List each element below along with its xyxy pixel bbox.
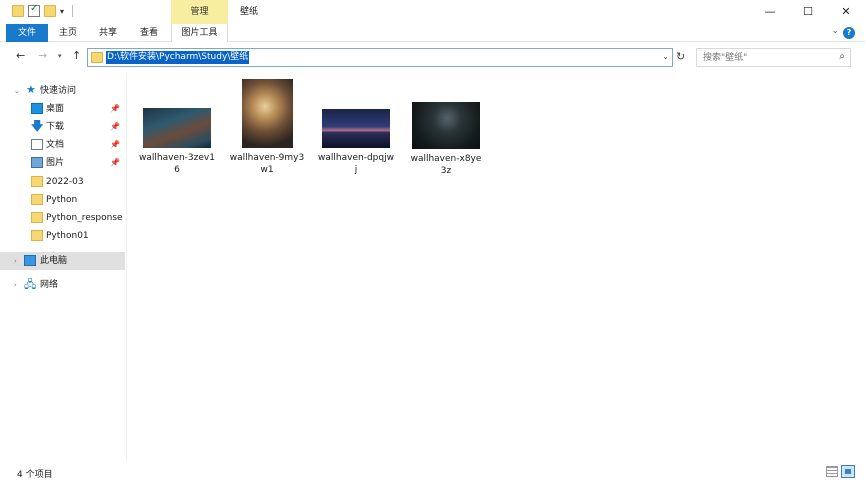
address-path[interactable]: D:\软件安装\Pycharm\Study\壁纸	[106, 51, 250, 64]
up-arrow-icon[interactable]: ↑	[72, 49, 81, 62]
image-thumbnail[interactable]	[412, 102, 480, 149]
desktop-icon	[31, 103, 43, 114]
ribbon-tabs: 文件 主页 共享 查看 图片工具 ⌄ ?	[0, 24, 865, 42]
nav-item-label: Python_response	[46, 213, 123, 223]
address-bar[interactable]: D:\软件安装\Pycharm\Study\壁纸 ⌄	[87, 48, 673, 67]
search-input[interactable]	[703, 51, 823, 64]
nav-item-label: Python01	[46, 231, 89, 241]
download-icon: 🡇	[31, 119, 44, 133]
nav-item-label: 此电脑	[40, 256, 68, 266]
nav-item-this-pc[interactable]: › 此电脑	[0, 252, 125, 270]
folder-icon	[91, 52, 103, 63]
folder-icon[interactable]	[12, 5, 24, 17]
file-list: wallhaven-3zev16 wallhaven-9my3w1 wallha…	[128, 72, 865, 460]
file-item[interactable]: wallhaven-3zev16	[139, 75, 215, 176]
forward-arrow-icon[interactable]: →	[38, 49, 47, 62]
folder-icon	[31, 230, 43, 241]
chevron-right-icon[interactable]: ›	[14, 276, 17, 294]
nav-item-downloads[interactable]: 🡇 下载 📌	[0, 118, 125, 136]
nav-item-network[interactable]: › 🖧 网络	[0, 276, 125, 294]
pictures-icon	[31, 157, 43, 168]
star-icon: ★	[26, 83, 36, 96]
window-title: 壁纸	[240, 7, 259, 17]
refresh-icon[interactable]: ↻	[676, 50, 685, 63]
manage-context-tab[interactable]: 管理	[171, 0, 228, 24]
address-dropdown-icon[interactable]: ⌄	[662, 52, 669, 61]
pin-icon[interactable]: 📌	[110, 118, 120, 136]
properties-icon[interactable]	[28, 3, 40, 17]
new-folder-icon[interactable]	[44, 5, 56, 17]
toolbar-divider	[72, 5, 74, 17]
chevron-down-icon[interactable]: ⌄	[14, 82, 20, 100]
tab-file[interactable]: 文件	[6, 24, 48, 42]
nav-item-folder[interactable]: Python	[0, 191, 125, 209]
tab-home[interactable]: 主页	[50, 24, 86, 42]
network-icon: 🖧	[24, 278, 37, 291]
documents-icon	[31, 139, 43, 150]
file-item[interactable]: wallhaven-x8ye3z	[408, 75, 484, 177]
nav-item-label: 桌面	[46, 104, 65, 114]
nav-item-label: 文档	[46, 140, 65, 150]
folder-icon	[31, 212, 43, 223]
minimize-button[interactable]: —	[751, 0, 789, 24]
image-thumbnail[interactable]	[322, 109, 390, 148]
computer-icon	[24, 255, 36, 266]
address-row: ← → ▾ ↑ D:\软件安装\Pycharm\Study\壁纸 ⌄ ↻ ⌕	[0, 44, 865, 70]
file-name: wallhaven-dpqjwj	[318, 153, 394, 175]
file-name: wallhaven-9my3w1	[229, 153, 305, 175]
help-icon[interactable]: ?	[843, 27, 855, 39]
chevron-right-icon[interactable]: ›	[14, 252, 17, 270]
image-thumbnail[interactable]	[241, 79, 293, 148]
title-bar: ▾ 管理 壁纸 — ☐ ✕	[0, 0, 865, 24]
customize-toolbar-icon[interactable]: ▾	[60, 7, 64, 16]
image-thumbnail[interactable]	[143, 108, 211, 148]
item-count: 4 个项目	[17, 470, 53, 480]
file-item[interactable]: wallhaven-9my3w1	[229, 75, 305, 176]
search-icon[interactable]: ⌕	[839, 51, 845, 62]
nav-item-folder[interactable]: Python01	[0, 227, 125, 245]
folder-icon	[31, 194, 43, 205]
tab-share[interactable]: 共享	[90, 24, 126, 42]
nav-item-desktop[interactable]: 桌面 📌	[0, 100, 125, 118]
nav-item-folder[interactable]: 2022-03	[0, 173, 125, 191]
pin-icon[interactable]: 📌	[110, 154, 120, 172]
nav-item-label: 2022-03	[46, 177, 84, 187]
expand-ribbon-icon[interactable]: ⌄	[831, 26, 839, 36]
window-controls: — ☐ ✕	[751, 0, 865, 24]
file-name: wallhaven-3zev16	[139, 153, 215, 175]
close-button[interactable]: ✕	[827, 0, 865, 24]
navigation-pane: ⌄ ★ 快速访问 桌面 📌 🡇 下载 📌 文档 📌 图片 📌 2022-03 P…	[0, 72, 127, 460]
nav-item-label: 图片	[46, 158, 65, 168]
file-item[interactable]: wallhaven-dpqjwj	[318, 75, 394, 176]
quick-access-toolbar: ▾	[12, 3, 74, 17]
nav-item-label: Python	[46, 195, 78, 205]
back-arrow-icon[interactable]: ←	[16, 49, 25, 62]
large-icons-view-icon[interactable]	[841, 465, 855, 478]
status-bar: 4 个项目	[0, 460, 865, 487]
nav-item-quick-access[interactable]: ⌄ ★ 快速访问	[0, 82, 125, 100]
nav-item-label: 下载	[46, 122, 65, 132]
nav-item-folder[interactable]: Python_response	[0, 209, 125, 227]
file-name: wallhaven-x8ye3z	[410, 154, 482, 176]
nav-item-label: 网络	[40, 280, 59, 290]
tab-picture-tools[interactable]: 图片工具	[171, 24, 228, 42]
nav-item-pictures[interactable]: 图片 📌	[0, 154, 125, 172]
search-box[interactable]: ⌕	[696, 48, 851, 67]
tab-view[interactable]: 查看	[131, 24, 167, 42]
details-view-icon[interactable]	[826, 466, 838, 477]
pin-icon[interactable]: 📌	[110, 136, 120, 154]
recent-locations-icon[interactable]: ▾	[58, 52, 62, 60]
nav-item-label: 快速访问	[40, 86, 77, 96]
folder-icon	[31, 176, 43, 187]
maximize-button[interactable]: ☐	[789, 0, 827, 24]
nav-item-documents[interactable]: 文档 📌	[0, 136, 125, 154]
pin-icon[interactable]: 📌	[110, 100, 120, 118]
